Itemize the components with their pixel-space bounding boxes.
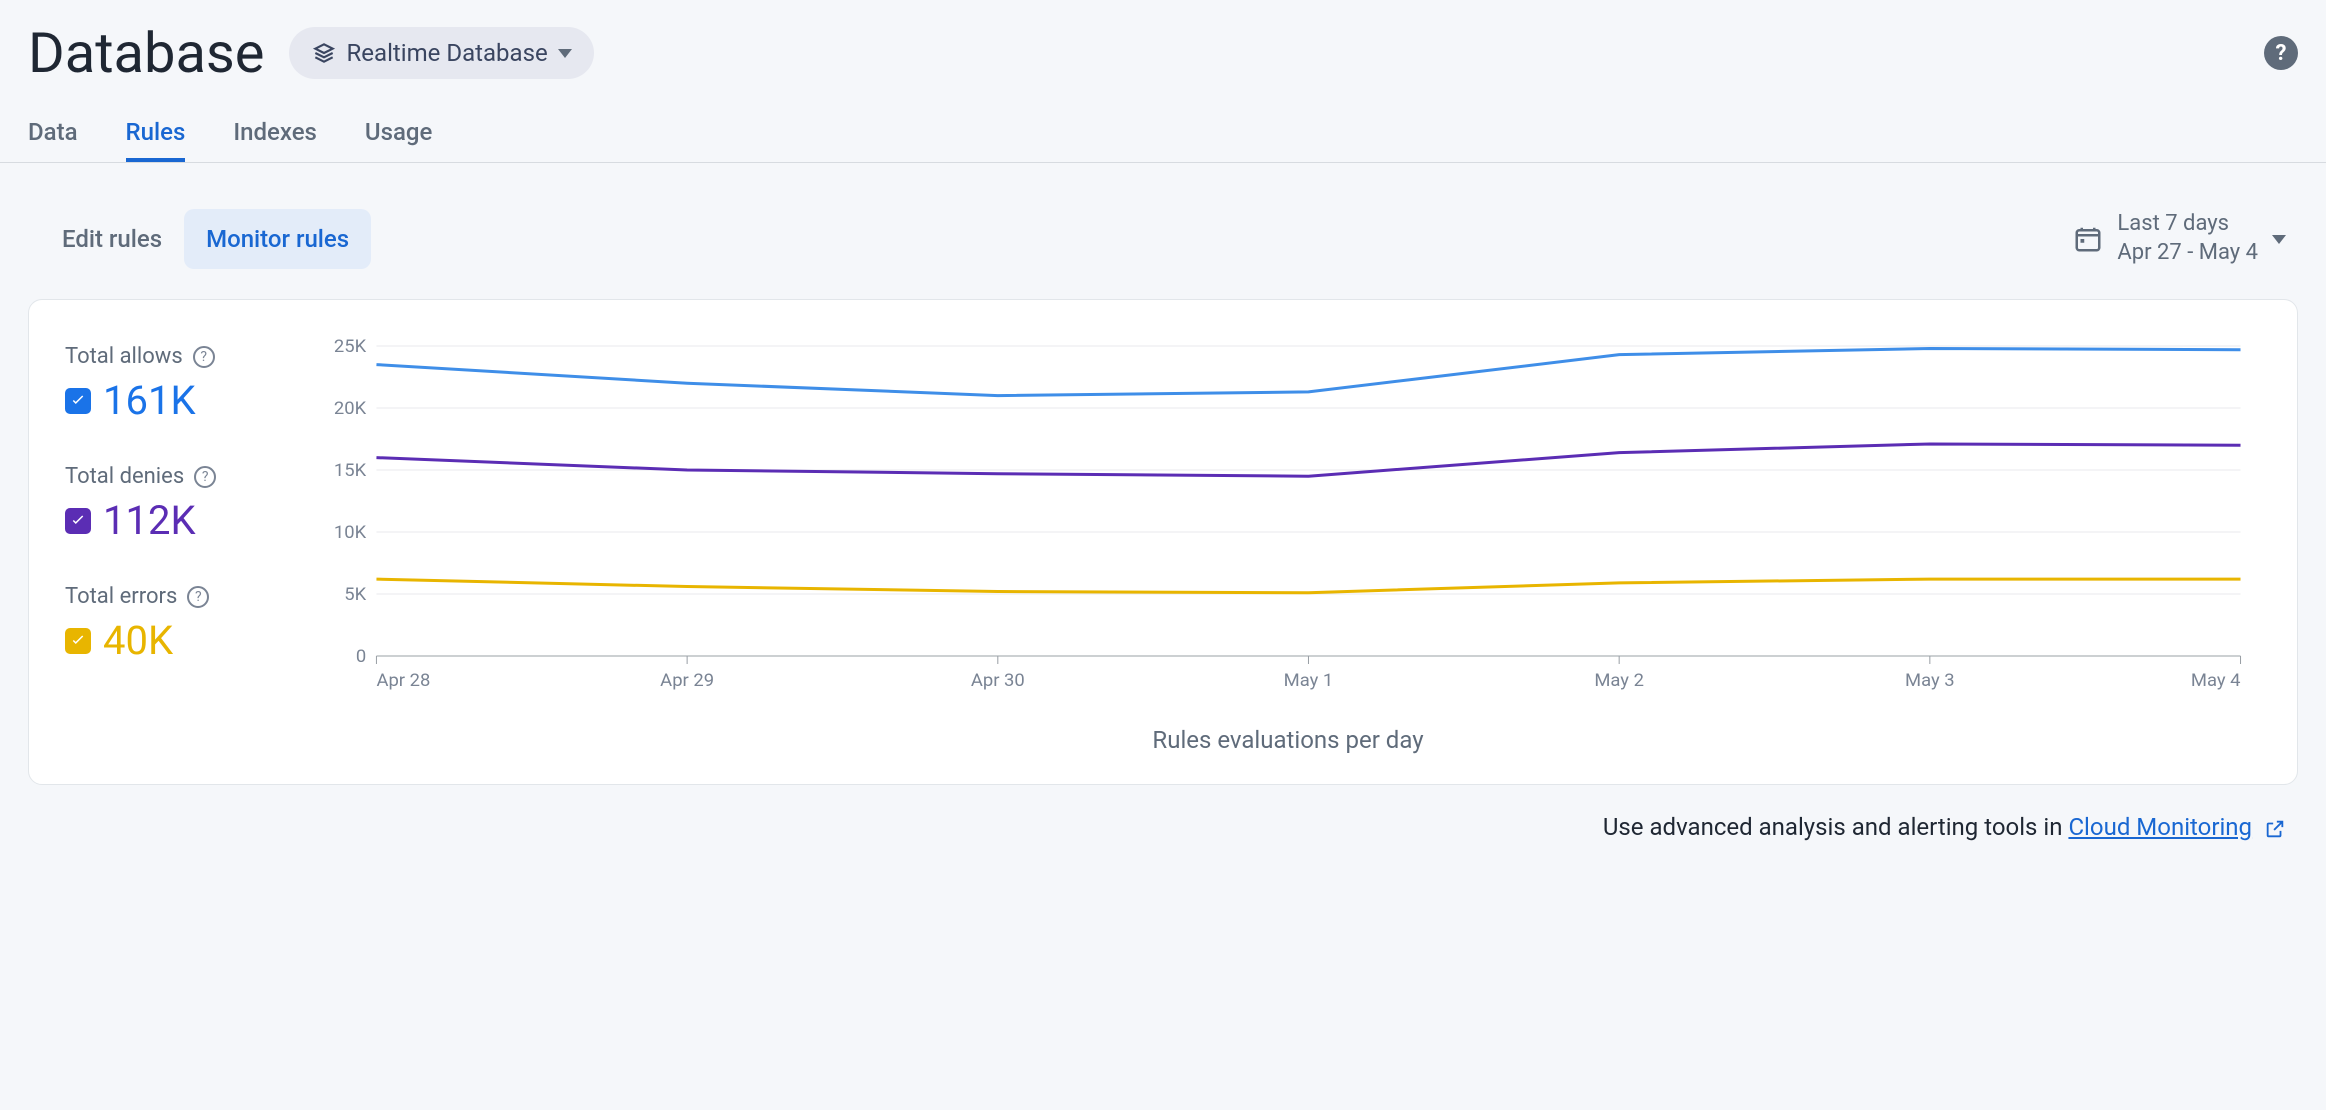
database-selector-label: Realtime Database bbox=[347, 39, 548, 67]
legend-errors: Total errors ? 40K bbox=[65, 584, 285, 664]
svg-text:15K: 15K bbox=[334, 460, 367, 481]
legend-errors-checkbox[interactable] bbox=[65, 628, 91, 654]
svg-text:20K: 20K bbox=[334, 398, 367, 419]
tab-usage[interactable]: Usage bbox=[365, 106, 432, 162]
chart-x-axis-label: Rules evaluations per day bbox=[315, 726, 2261, 754]
date-range-dates: Apr 27 - May 4 bbox=[2117, 239, 2258, 268]
check-icon bbox=[69, 392, 87, 410]
date-range-label: Last 7 days bbox=[2117, 210, 2258, 239]
legend-allows-value: 161K bbox=[103, 377, 196, 424]
svg-text:10K: 10K bbox=[334, 522, 367, 543]
footer-prefix: Use advanced analysis and alerting tools… bbox=[1603, 813, 2069, 841]
svg-text:May 2: May 2 bbox=[1594, 670, 1644, 691]
legend-allows: Total allows ? 161K bbox=[65, 344, 285, 424]
svg-text:5K: 5K bbox=[344, 584, 366, 605]
chevron-down-icon bbox=[558, 49, 572, 58]
calendar-icon bbox=[2073, 224, 2103, 254]
legend-errors-label: Total errors bbox=[65, 584, 177, 609]
check-icon bbox=[69, 632, 87, 650]
page-title: Database bbox=[28, 20, 265, 86]
legend-denies: Total denies ? 112K bbox=[65, 464, 285, 544]
help-button[interactable]: ? bbox=[2264, 36, 2298, 70]
svg-text:May 4: May 4 bbox=[2191, 670, 2241, 691]
chart-legend: Total allows ? 161K Total denies ? 112K bbox=[65, 336, 285, 754]
svg-text:Apr 29: Apr 29 bbox=[660, 670, 714, 691]
svg-text:0: 0 bbox=[356, 646, 366, 667]
rules-evaluations-chart: 0 5K 10K 15K 20K 25K Apr 28 Apr 29 Apr 30 May 1 Ma… bbox=[315, 336, 2261, 716]
svg-text:Apr 30: Apr 30 bbox=[971, 670, 1025, 691]
legend-allows-checkbox[interactable] bbox=[65, 388, 91, 414]
svg-text:May 1: May 1 bbox=[1284, 670, 1334, 691]
tab-indexes[interactable]: Indexes bbox=[233, 106, 317, 162]
help-icon[interactable]: ? bbox=[193, 346, 215, 368]
legend-denies-label: Total denies bbox=[65, 464, 184, 489]
main-tabs: Data Rules Indexes Usage bbox=[0, 96, 2326, 163]
external-link-icon bbox=[2264, 818, 2286, 840]
tab-data[interactable]: Data bbox=[28, 106, 78, 162]
realtime-database-icon bbox=[311, 40, 337, 66]
check-icon bbox=[69, 512, 87, 530]
help-icon[interactable]: ? bbox=[194, 466, 216, 488]
svg-text:Apr 28: Apr 28 bbox=[376, 670, 430, 691]
date-range-picker[interactable]: Last 7 days Apr 27 - May 4 bbox=[2073, 210, 2286, 267]
legend-errors-value: 40K bbox=[103, 617, 173, 664]
tab-rules[interactable]: Rules bbox=[126, 106, 186, 162]
database-selector[interactable]: Realtime Database bbox=[289, 27, 594, 79]
legend-denies-checkbox[interactable] bbox=[65, 508, 91, 534]
chevron-down-icon bbox=[2272, 235, 2286, 244]
help-icon[interactable]: ? bbox=[187, 586, 209, 608]
legend-denies-value: 112K bbox=[103, 497, 196, 544]
svg-text:May 3: May 3 bbox=[1905, 670, 1955, 691]
monitor-card: Total allows ? 161K Total denies ? 112K bbox=[28, 299, 2298, 785]
legend-allows-label: Total allows bbox=[65, 344, 183, 369]
subtab-edit-rules[interactable]: Edit rules bbox=[40, 209, 184, 269]
svg-text:25K: 25K bbox=[334, 336, 367, 357]
footer-hint: Use advanced analysis and alerting tools… bbox=[0, 795, 2326, 871]
cloud-monitoring-link[interactable]: Cloud Monitoring bbox=[2068, 813, 2252, 841]
subtab-monitor-rules[interactable]: Monitor rules bbox=[184, 209, 371, 269]
